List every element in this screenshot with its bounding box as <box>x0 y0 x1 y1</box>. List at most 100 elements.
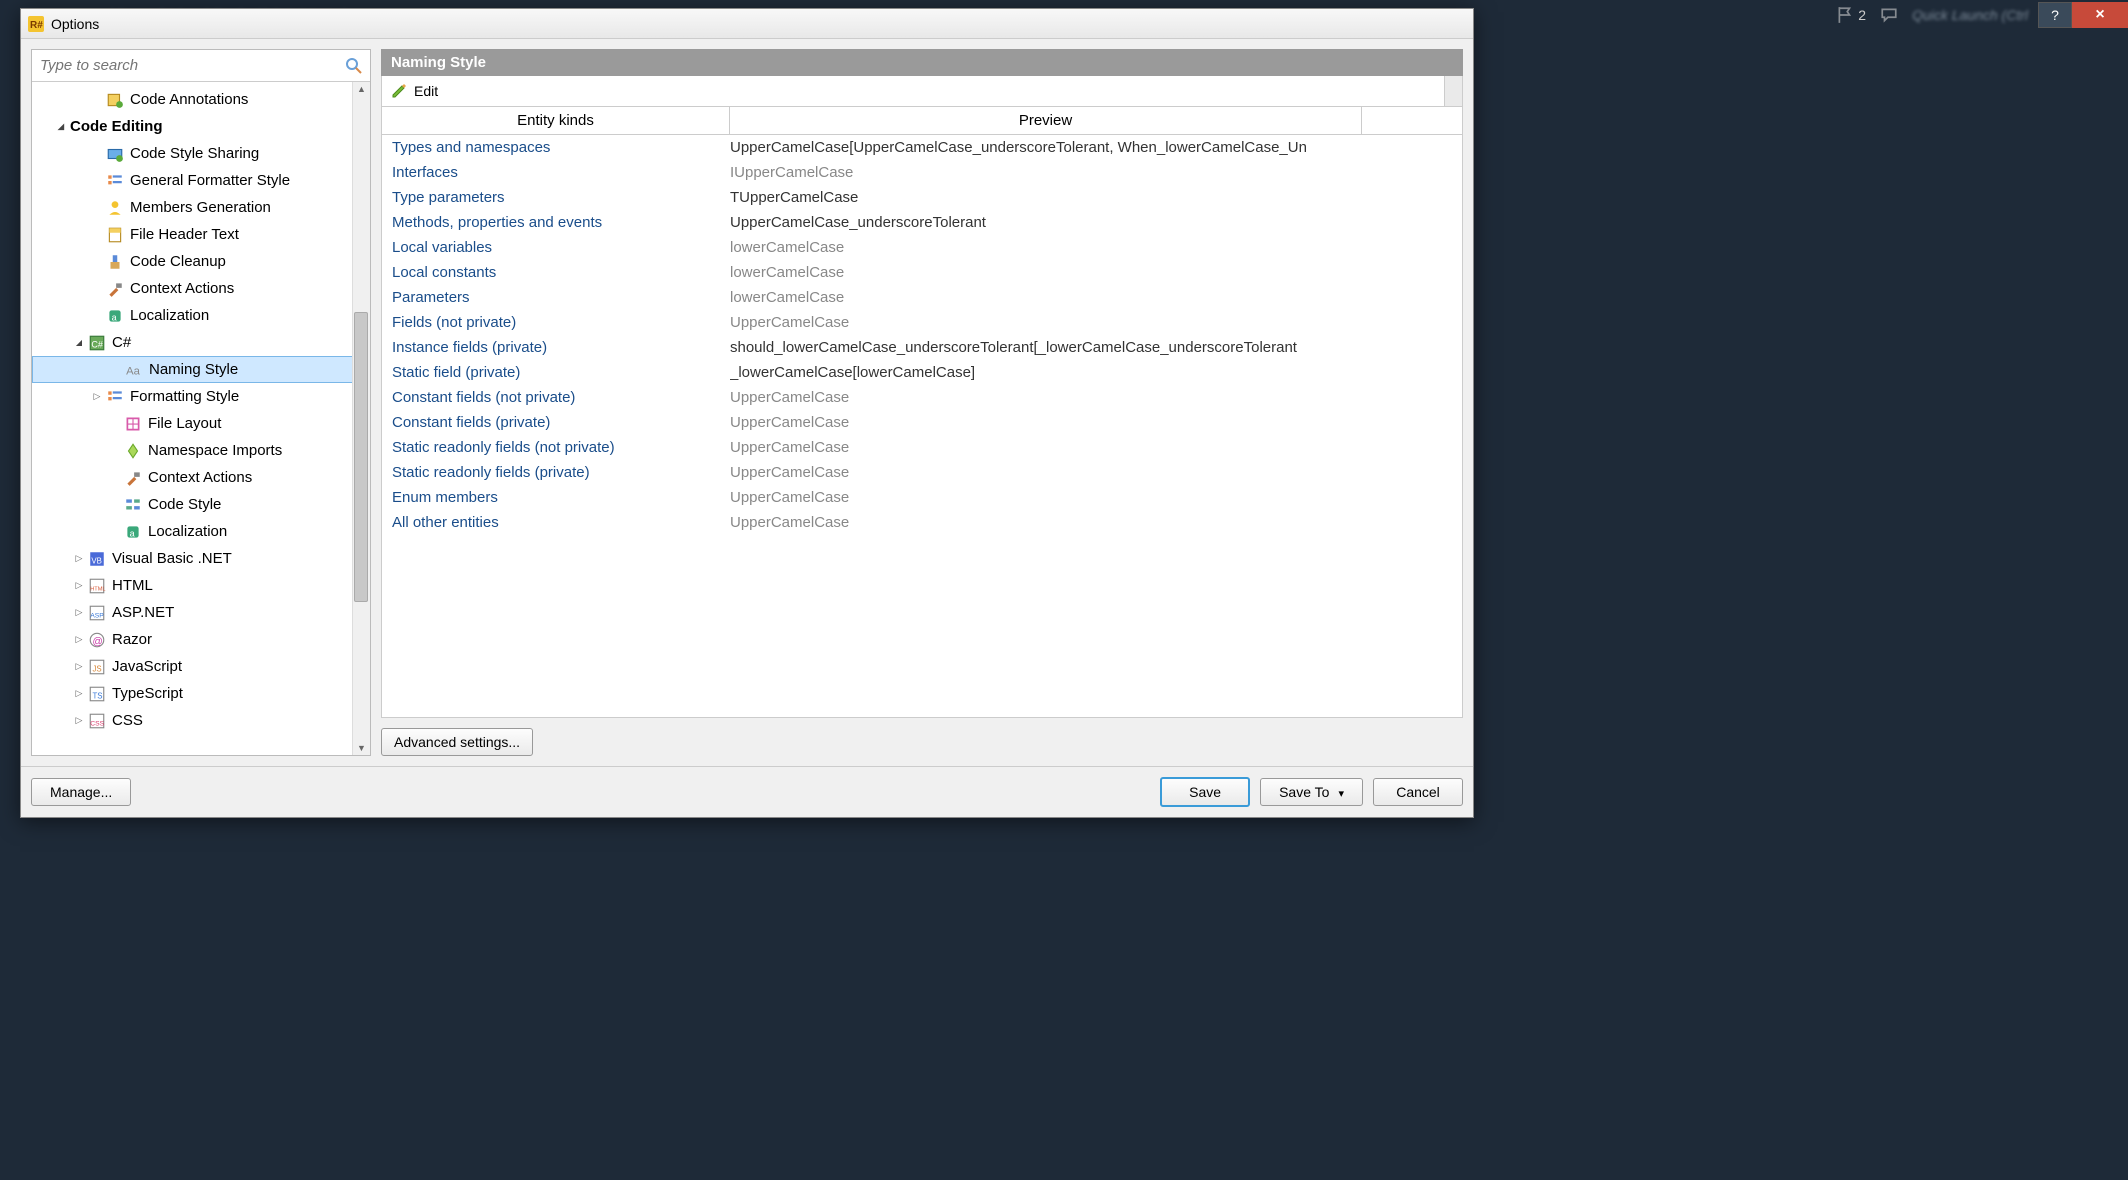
tree-item-code-style[interactable]: Code Style <box>32 491 370 518</box>
tree-item-localization[interactable]: aLocalization <box>32 518 370 545</box>
expander-icon[interactable] <box>90 390 104 404</box>
tree-item-html[interactable]: HTMLHTML <box>32 572 370 599</box>
save-button[interactable]: Save <box>1160 777 1250 807</box>
pencil-icon[interactable] <box>390 82 408 100</box>
preview-text: TUpperCamelCase <box>730 189 1462 206</box>
tree-item-label: CSS <box>112 712 143 729</box>
entity-kind: Fields (not private) <box>382 314 730 331</box>
svg-text:Aa: Aa <box>126 365 141 377</box>
tree-item-code-style-sharing[interactable]: Code Style Sharing <box>32 140 370 167</box>
tree-item-label: Context Actions <box>130 280 234 297</box>
tree-item-localization[interactable]: aLocalization <box>32 302 370 329</box>
expander-icon[interactable] <box>72 336 86 350</box>
tree-item-typescript[interactable]: TSTypeScript <box>32 680 370 707</box>
entity-kind: Constant fields (private) <box>382 414 730 431</box>
expander-icon[interactable] <box>54 120 68 134</box>
edit-toolbar: Edit <box>381 76 1463 107</box>
codestyle-icon <box>124 496 142 514</box>
expander-icon[interactable] <box>72 606 86 620</box>
tree-item-visual-basic-net[interactable]: VBVisual Basic .NET <box>32 545 370 572</box>
expander-icon[interactable] <box>72 714 86 728</box>
naming-rule-row[interactable]: Fields (not private)UpperCamelCase <box>382 310 1462 335</box>
expander-icon <box>108 471 122 485</box>
options-tree[interactable]: Code AnnotationsCode EditingCode Style S… <box>32 82 370 755</box>
feedback-icon[interactable] <box>1880 6 1898 24</box>
quick-launch-placeholder[interactable]: Quick Launch (Ctrl <box>1912 7 2028 23</box>
naming-rule-row[interactable]: All other entitiesUpperCamelCase <box>382 510 1462 535</box>
naming-rule-row[interactable]: Local variableslowerCamelCase <box>382 235 1462 260</box>
toolbar-scroll-stub <box>1444 76 1462 106</box>
tree-item-code-annotations[interactable]: Code Annotations <box>32 86 370 113</box>
expander-icon <box>108 444 122 458</box>
svg-text:JS: JS <box>93 664 102 673</box>
svg-text:VB: VB <box>91 556 101 565</box>
tree-item-label: Localization <box>148 523 227 540</box>
advanced-settings-button[interactable]: Advanced settings... <box>381 728 533 756</box>
preview-text: UpperCamelCase <box>730 389 1462 406</box>
tree-item-css[interactable]: CSSCSS <box>32 707 370 734</box>
tree-item-file-header-text[interactable]: File Header Text <box>32 221 370 248</box>
naming-rule-row[interactable]: Static field (private)_lowerCamelCase[lo… <box>382 360 1462 385</box>
naming-rule-row[interactable]: InterfacesIUpperCamelCase <box>382 160 1462 185</box>
notification-flag-icon[interactable] <box>1836 6 1854 24</box>
tree-item-formatting-style[interactable]: Formatting Style <box>32 383 370 410</box>
tree-item-context-actions[interactable]: Context Actions <box>32 275 370 302</box>
cancel-button[interactable]: Cancel <box>1373 778 1463 806</box>
tree-item-razor[interactable]: @Razor <box>32 626 370 653</box>
naming-rule-row[interactable]: Static readonly fields (private)UpperCam… <box>382 460 1462 485</box>
edit-label[interactable]: Edit <box>414 83 438 99</box>
naming-rule-row[interactable]: Methods, properties and eventsUpperCamel… <box>382 210 1462 235</box>
search-icon[interactable] <box>344 56 364 76</box>
expander-icon[interactable] <box>72 552 86 566</box>
manage-button[interactable]: Manage... <box>31 778 131 806</box>
naming-rule-row[interactable]: Constant fields (not private)UpperCamelC… <box>382 385 1462 410</box>
dialog-titlebar[interactable]: R# Options <box>21 9 1473 39</box>
tree-item-namespace-imports[interactable]: Namespace Imports <box>32 437 370 464</box>
tree-item-c-[interactable]: C#C# <box>32 329 370 356</box>
vs-close-button[interactable]: × <box>2072 2 2128 28</box>
entity-kind: Instance fields (private) <box>382 339 730 356</box>
preview-text: UpperCamelCase <box>730 414 1462 431</box>
search-input[interactable] <box>32 50 370 82</box>
entity-kind: Types and namespaces <box>382 139 730 156</box>
expander-icon <box>90 255 104 269</box>
tree-item-label: Code Style <box>148 496 221 513</box>
tree-item-naming-style[interactable]: AaNaming Style <box>32 356 370 383</box>
tree-item-label: JavaScript <box>112 658 182 675</box>
tree-item-code-cleanup[interactable]: Code Cleanup <box>32 248 370 275</box>
naming-rule-row[interactable]: Instance fields (private)should_lowerCam… <box>382 335 1462 360</box>
expander-icon[interactable] <box>72 660 86 674</box>
tree-item-general-formatter-style[interactable]: General Formatter Style <box>32 167 370 194</box>
col-preview[interactable]: Preview <box>730 107 1362 134</box>
naming-rule-row[interactable]: Static readonly fields (not private)Uppe… <box>382 435 1462 460</box>
tree-item-members-generation[interactable]: Members Generation <box>32 194 370 221</box>
naming-rule-row[interactable]: Enum membersUpperCamelCase <box>382 485 1462 510</box>
tree-item-file-layout[interactable]: File Layout <box>32 410 370 437</box>
help-button[interactable]: ? <box>2038 2 2072 28</box>
naming-rule-row[interactable]: Type parametersTUpperCamelCase <box>382 185 1462 210</box>
tree-item-context-actions[interactable]: Context Actions <box>32 464 370 491</box>
tree-item-label: HTML <box>112 577 153 594</box>
tree-item-asp-net[interactable]: ASPASP.NET <box>32 599 370 626</box>
naming-rule-row[interactable]: Types and namespacesUpperCamelCase[Upper… <box>382 135 1462 160</box>
expander-icon <box>90 282 104 296</box>
preview-text: UpperCamelCase <box>730 464 1462 481</box>
col-entity-kinds[interactable]: Entity kinds <box>382 107 730 134</box>
naming-rule-row[interactable]: Local constantslowerCamelCase <box>382 260 1462 285</box>
expander-icon[interactable] <box>72 687 86 701</box>
entity-kind: Static readonly fields (not private) <box>382 439 730 456</box>
tree-scrollbar[interactable]: ▲ ▼ <box>352 82 370 755</box>
expander-icon[interactable] <box>72 633 86 647</box>
entity-kind: Static field (private) <box>382 364 730 381</box>
expander-icon[interactable] <box>72 579 86 593</box>
naming-rule-row[interactable]: ParameterslowerCamelCase <box>382 285 1462 310</box>
tree-scroll-thumb[interactable] <box>354 312 368 602</box>
tree-item-code-editing[interactable]: Code Editing <box>32 113 370 140</box>
naming-icon: Aa <box>125 361 143 379</box>
preview-text: IUpperCamelCase <box>730 164 1462 181</box>
tree-item-javascript[interactable]: JS JavaScript <box>32 653 370 680</box>
tree-item-label: File Header Text <box>130 226 239 243</box>
save-to-button[interactable]: Save To <box>1260 778 1363 806</box>
csharp-icon: C# <box>88 334 106 352</box>
naming-rule-row[interactable]: Constant fields (private)UpperCamelCase <box>382 410 1462 435</box>
